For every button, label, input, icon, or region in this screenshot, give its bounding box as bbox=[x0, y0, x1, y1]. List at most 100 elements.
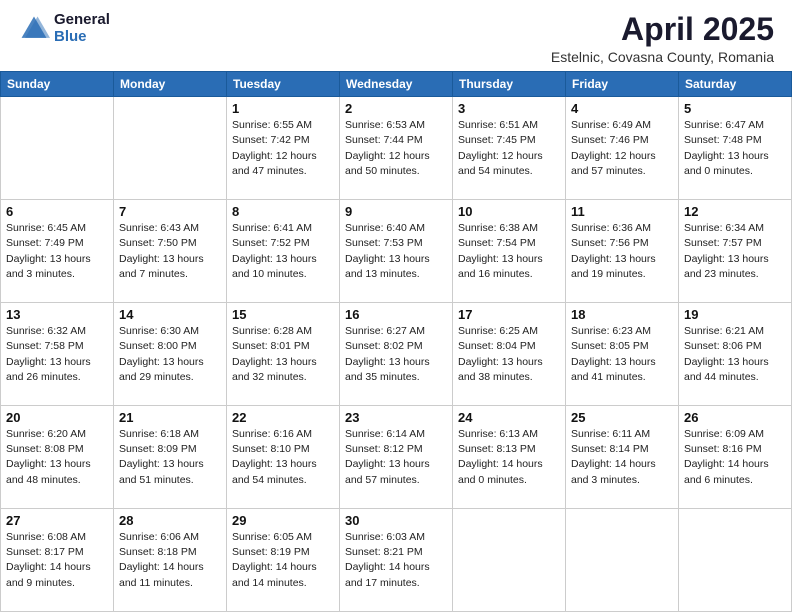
day-number: 4 bbox=[571, 101, 673, 116]
logo-general: General bbox=[54, 12, 110, 29]
day-number: 27 bbox=[6, 513, 108, 528]
day-info: Sunrise: 6:32 AM Sunset: 7:58 PM Dayligh… bbox=[6, 324, 108, 385]
day-info: Sunrise: 6:18 AM Sunset: 8:09 PM Dayligh… bbox=[119, 427, 221, 488]
day-info: Sunrise: 6:05 AM Sunset: 8:19 PM Dayligh… bbox=[232, 530, 334, 591]
day-info: Sunrise: 6:51 AM Sunset: 7:45 PM Dayligh… bbox=[458, 118, 560, 179]
day-info: Sunrise: 6:11 AM Sunset: 8:14 PM Dayligh… bbox=[571, 427, 673, 488]
calendar-week-row: 1 Sunrise: 6:55 AM Sunset: 7:42 PM Daylig… bbox=[1, 97, 792, 200]
day-number: 12 bbox=[684, 204, 786, 219]
day-number: 17 bbox=[458, 307, 560, 322]
calendar-header-row: Sunday Monday Tuesday Wednesday Thursday… bbox=[1, 72, 792, 97]
day-info: Sunrise: 6:40 AM Sunset: 7:53 PM Dayligh… bbox=[345, 221, 447, 282]
day-number: 28 bbox=[119, 513, 221, 528]
day-info: Sunrise: 6:20 AM Sunset: 8:08 PM Dayligh… bbox=[6, 427, 108, 488]
day-number: 5 bbox=[684, 101, 786, 116]
day-info: Sunrise: 6:13 AM Sunset: 8:13 PM Dayligh… bbox=[458, 427, 560, 488]
table-row: 18 Sunrise: 6:23 AM Sunset: 8:05 PM Dayli… bbox=[566, 303, 679, 406]
day-number: 6 bbox=[6, 204, 108, 219]
logo-text: General Blue bbox=[54, 12, 110, 45]
table-row: 10 Sunrise: 6:38 AM Sunset: 7:54 PM Dayli… bbox=[453, 200, 566, 303]
day-info: Sunrise: 6:55 AM Sunset: 7:42 PM Dayligh… bbox=[232, 118, 334, 179]
table-row: 3Sunrise: 6:51 AM Sunset: 7:45 PM Daylig… bbox=[453, 97, 566, 200]
col-saturday: Saturday bbox=[679, 72, 792, 97]
day-info: Sunrise: 6:08 AM Sunset: 8:17 PM Dayligh… bbox=[6, 530, 108, 591]
day-number: 9 bbox=[345, 204, 447, 219]
table-row: 29 Sunrise: 6:05 AM Sunset: 8:19 PM Dayli… bbox=[227, 509, 340, 612]
day-info: Sunrise: 6:38 AM Sunset: 7:54 PM Dayligh… bbox=[458, 221, 560, 282]
day-info: Sunrise: 6:36 AM Sunset: 7:56 PM Dayligh… bbox=[571, 221, 673, 282]
table-row: 1 Sunrise: 6:55 AM Sunset: 7:42 PM Daylig… bbox=[227, 97, 340, 200]
day-info: Sunrise: 6:16 AM Sunset: 8:10 PM Dayligh… bbox=[232, 427, 334, 488]
day-info: Sunrise: 6:28 AM Sunset: 8:01 PM Dayligh… bbox=[232, 324, 334, 385]
day-number: 8 bbox=[232, 204, 334, 219]
table-row: 15 Sunrise: 6:28 AM Sunset: 8:01 PM Dayli… bbox=[227, 303, 340, 406]
table-row: 24 Sunrise: 6:13 AM Sunset: 8:13 PM Dayli… bbox=[453, 406, 566, 509]
day-info: Sunrise: 6:23 AM Sunset: 8:05 PM Dayligh… bbox=[571, 324, 673, 385]
table-row: 5 Sunrise: 6:47 AM Sunset: 7:48 PM Daylig… bbox=[679, 97, 792, 200]
title-month: April 2025 bbox=[551, 12, 774, 47]
day-number: 23 bbox=[345, 410, 447, 425]
header: General Blue April 2025 Estelnic, Covasn… bbox=[0, 0, 792, 71]
day-number: 16 bbox=[345, 307, 447, 322]
day-number: 25 bbox=[571, 410, 673, 425]
table-row: 4 Sunrise: 6:49 AM Sunset: 7:46 PM Daylig… bbox=[566, 97, 679, 200]
table-row: 22 Sunrise: 6:16 AM Sunset: 8:10 PM Dayli… bbox=[227, 406, 340, 509]
calendar-week-row: 6Sunrise: 6:45 AM Sunset: 7:49 PM Daylig… bbox=[1, 200, 792, 303]
day-info: Sunrise: 6:34 AM Sunset: 7:57 PM Dayligh… bbox=[684, 221, 786, 282]
logo-blue: Blue bbox=[54, 29, 110, 46]
logo: General Blue bbox=[18, 12, 110, 45]
table-row: 11 Sunrise: 6:36 AM Sunset: 7:56 PM Dayli… bbox=[566, 200, 679, 303]
day-info: Sunrise: 6:06 AM Sunset: 8:18 PM Dayligh… bbox=[119, 530, 221, 591]
table-row: 28 Sunrise: 6:06 AM Sunset: 8:18 PM Dayli… bbox=[114, 509, 227, 612]
calendar-week-row: 20 Sunrise: 6:20 AM Sunset: 8:08 PM Dayli… bbox=[1, 406, 792, 509]
table-row: 14Sunrise: 6:30 AM Sunset: 8:00 PM Dayli… bbox=[114, 303, 227, 406]
day-number: 26 bbox=[684, 410, 786, 425]
day-info: Sunrise: 6:49 AM Sunset: 7:46 PM Dayligh… bbox=[571, 118, 673, 179]
day-number: 11 bbox=[571, 204, 673, 219]
table-row: 26 Sunrise: 6:09 AM Sunset: 8:16 PM Dayli… bbox=[679, 406, 792, 509]
col-monday: Monday bbox=[114, 72, 227, 97]
col-friday: Friday bbox=[566, 72, 679, 97]
col-tuesday: Tuesday bbox=[227, 72, 340, 97]
day-number: 22 bbox=[232, 410, 334, 425]
day-number: 2 bbox=[345, 101, 447, 116]
table-row: 21 Sunrise: 6:18 AM Sunset: 8:09 PM Dayli… bbox=[114, 406, 227, 509]
day-info: Sunrise: 6:03 AM Sunset: 8:21 PM Dayligh… bbox=[345, 530, 447, 591]
day-number: 21 bbox=[119, 410, 221, 425]
table-row: 27 Sunrise: 6:08 AM Sunset: 8:17 PM Dayli… bbox=[1, 509, 114, 612]
day-number: 10 bbox=[458, 204, 560, 219]
day-number: 19 bbox=[684, 307, 786, 322]
table-row: 19Sunrise: 6:21 AM Sunset: 8:06 PM Dayli… bbox=[679, 303, 792, 406]
col-thursday: Thursday bbox=[453, 72, 566, 97]
day-info: Sunrise: 6:09 AM Sunset: 8:16 PM Dayligh… bbox=[684, 427, 786, 488]
day-number: 20 bbox=[6, 410, 108, 425]
title-location: Estelnic, Covasna County, Romania bbox=[551, 49, 774, 65]
table-row bbox=[1, 97, 114, 200]
table-row bbox=[566, 509, 679, 612]
table-row: 9 Sunrise: 6:40 AM Sunset: 7:53 PM Daylig… bbox=[340, 200, 453, 303]
day-number: 24 bbox=[458, 410, 560, 425]
day-number: 1 bbox=[232, 101, 334, 116]
table-row: 23 Sunrise: 6:14 AM Sunset: 8:12 PM Dayli… bbox=[340, 406, 453, 509]
col-sunday: Sunday bbox=[1, 72, 114, 97]
day-info: Sunrise: 6:43 AM Sunset: 7:50 PM Dayligh… bbox=[119, 221, 221, 282]
day-number: 7 bbox=[119, 204, 221, 219]
table-row: 2 Sunrise: 6:53 AM Sunset: 7:44 PM Daylig… bbox=[340, 97, 453, 200]
table-row: 17Sunrise: 6:25 AM Sunset: 8:04 PM Dayli… bbox=[453, 303, 566, 406]
day-info: Sunrise: 6:27 AM Sunset: 8:02 PM Dayligh… bbox=[345, 324, 447, 385]
day-number: 18 bbox=[571, 307, 673, 322]
day-info: Sunrise: 6:47 AM Sunset: 7:48 PM Dayligh… bbox=[684, 118, 786, 179]
calendar-week-row: 13Sunrise: 6:32 AM Sunset: 7:58 PM Dayli… bbox=[1, 303, 792, 406]
title-block: April 2025 Estelnic, Covasna County, Rom… bbox=[551, 12, 774, 65]
day-info: Sunrise: 6:41 AM Sunset: 7:52 PM Dayligh… bbox=[232, 221, 334, 282]
table-row: 7 Sunrise: 6:43 AM Sunset: 7:50 PM Daylig… bbox=[114, 200, 227, 303]
day-number: 15 bbox=[232, 307, 334, 322]
day-info: Sunrise: 6:14 AM Sunset: 8:12 PM Dayligh… bbox=[345, 427, 447, 488]
day-info: Sunrise: 6:53 AM Sunset: 7:44 PM Dayligh… bbox=[345, 118, 447, 179]
table-row bbox=[453, 509, 566, 612]
table-row: 16 Sunrise: 6:27 AM Sunset: 8:02 PM Dayli… bbox=[340, 303, 453, 406]
day-number: 29 bbox=[232, 513, 334, 528]
logo-icon bbox=[18, 13, 50, 45]
table-row: 20 Sunrise: 6:20 AM Sunset: 8:08 PM Dayli… bbox=[1, 406, 114, 509]
calendar-week-row: 27 Sunrise: 6:08 AM Sunset: 8:17 PM Dayli… bbox=[1, 509, 792, 612]
